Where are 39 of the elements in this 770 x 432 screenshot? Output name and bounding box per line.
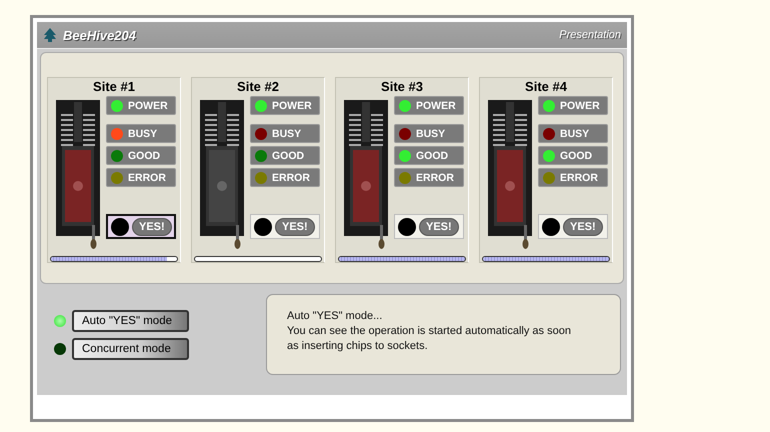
mode-button[interactable]: Auto "YES" mode xyxy=(72,310,189,332)
led-label: GOOD xyxy=(128,150,160,162)
led-label: POWER xyxy=(128,100,168,112)
led-label: BUSY xyxy=(416,128,446,140)
site-title: Site #3 xyxy=(381,79,423,94)
led-label: BUSY xyxy=(128,128,158,140)
site-title: Site #1 xyxy=(93,79,135,94)
yes-panel[interactable]: YES! xyxy=(250,214,320,239)
led-label: BUSY xyxy=(560,128,590,140)
led-label: POWER xyxy=(416,100,456,112)
yes-button[interactable]: YES! xyxy=(275,218,315,236)
led-label: ERROR xyxy=(128,172,166,184)
yes-button[interactable]: YES! xyxy=(419,218,459,236)
yes-button[interactable]: YES! xyxy=(132,218,172,236)
mode-button[interactable]: Concurrent mode xyxy=(72,338,189,360)
led-label: ERROR xyxy=(272,172,310,184)
lamp-icon xyxy=(542,218,560,236)
mode-label: Presentation xyxy=(559,29,621,41)
led-label: GOOD xyxy=(560,150,592,162)
lamp-icon xyxy=(254,218,272,236)
led-label: POWER xyxy=(272,100,312,112)
lamp-icon xyxy=(111,218,129,236)
led-label: GOOD xyxy=(272,150,304,162)
site-title: Site #2 xyxy=(237,79,279,94)
led-label: ERROR xyxy=(416,172,454,184)
description-text: You can see the operation is started automatically as soon as inserting chips to sockets. xyxy=(287,324,572,354)
description-title: Auto "YES" mode... xyxy=(287,309,384,324)
yes-panel[interactable]: YES! xyxy=(538,214,608,239)
led-label: BUSY xyxy=(272,128,302,140)
app-title: BeeHive204 xyxy=(63,28,136,42)
yes-button[interactable]: YES! xyxy=(563,218,603,236)
led-label: GOOD xyxy=(416,150,448,162)
yes-panel[interactable]: YES! xyxy=(106,214,176,239)
led-label: ERROR xyxy=(560,172,598,184)
yes-panel[interactable]: YES! xyxy=(394,214,464,239)
lamp-icon xyxy=(398,218,416,236)
tree-logo-icon xyxy=(43,28,57,42)
led-label: POWER xyxy=(560,100,600,112)
site-title: Site #4 xyxy=(525,79,567,94)
